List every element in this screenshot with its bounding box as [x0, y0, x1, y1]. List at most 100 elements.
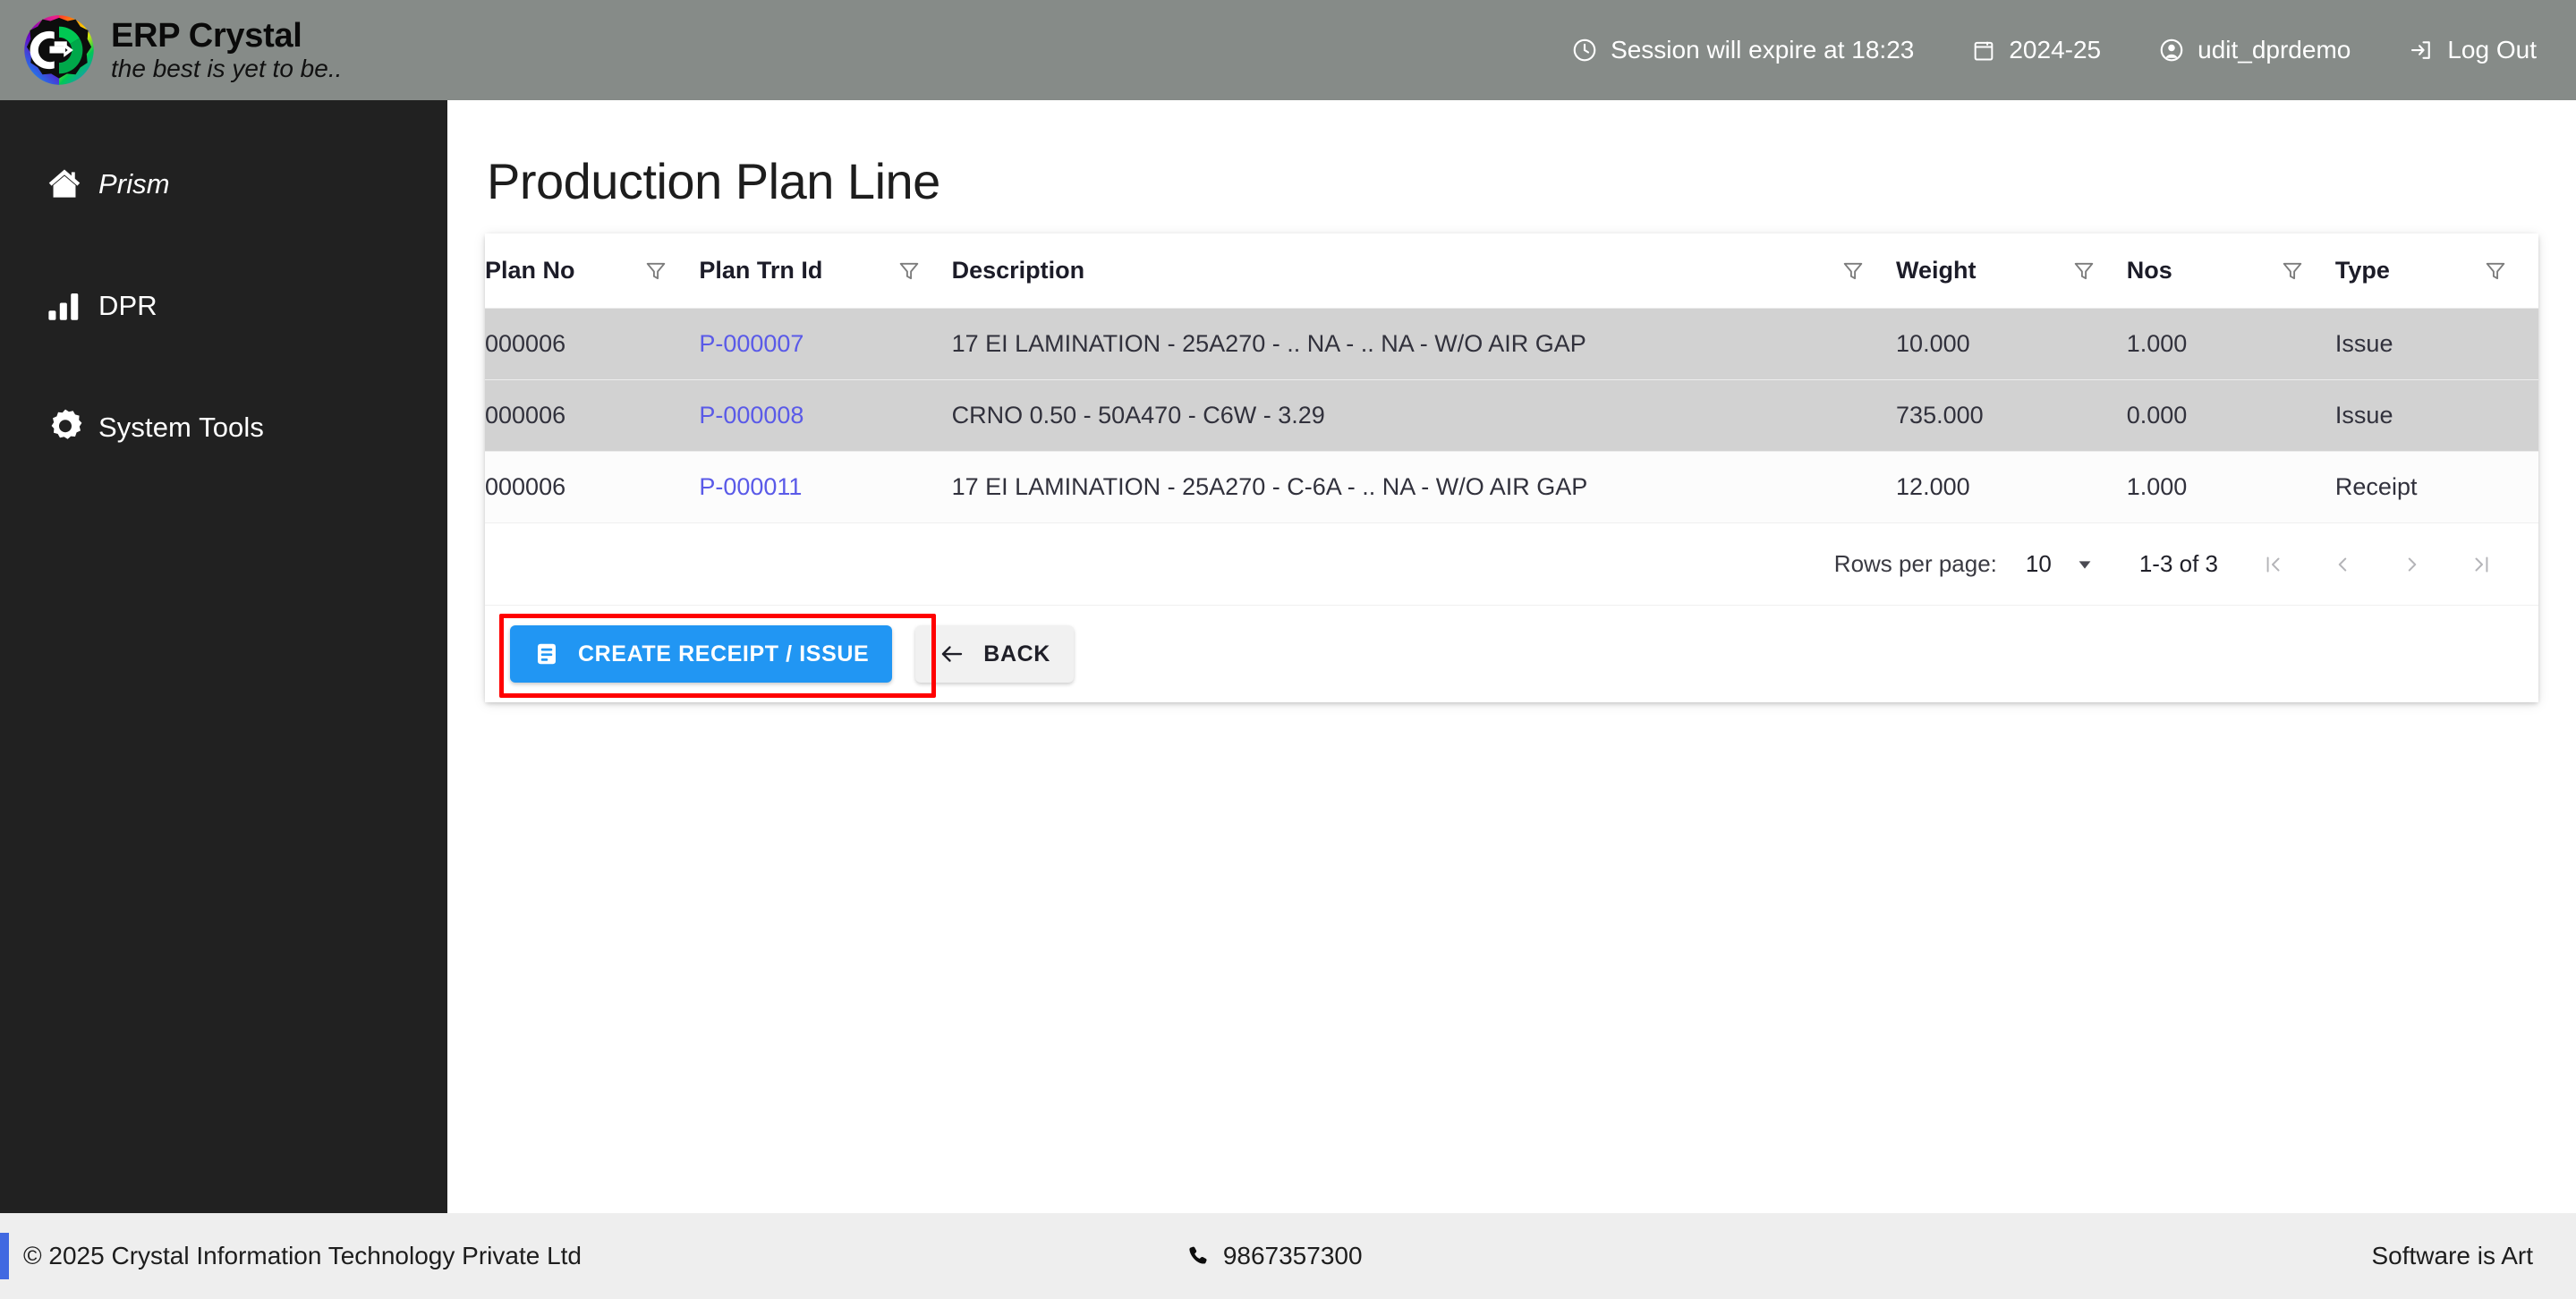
column-label: Type	[2334, 257, 2390, 284]
body-region: Prism DPR System Tools Production Plan L…	[0, 100, 2576, 1213]
table-row[interactable]: 000006 P-000008 CRNO 0.50 - 50A470 - C6W…	[485, 379, 2538, 452]
funnel-icon[interactable]	[2071, 259, 2096, 284]
chevron-down-icon[interactable]	[2075, 555, 2095, 574]
application-window: ERP Crystal the best is yet to be.. Sess…	[0, 0, 2576, 1299]
cell-description: 17 EI LAMINATION - 25A270 - C-6A - .. NA…	[951, 451, 1897, 522]
top-header-bar: ERP Crystal the best is yet to be.. Sess…	[0, 0, 2576, 100]
cell-weight: 12.000	[1896, 451, 2127, 522]
sidebar-item-label: DPR	[98, 290, 157, 321]
cell-description: CRNO 0.50 - 50A470 - C6W - 3.29	[951, 379, 1897, 452]
user-icon	[2158, 37, 2185, 64]
logout-label: Log Out	[2447, 36, 2537, 64]
create-receipt-issue-label: CREATE RECEIPT / ISSUE	[578, 641, 870, 666]
column-header-plan-no[interactable]: Plan No	[485, 233, 700, 309]
home-icon	[43, 165, 98, 204]
column-label: Nos	[2126, 257, 2172, 284]
cell-weight: 735.000	[1896, 379, 2127, 452]
sidebar-navigation: Prism DPR System Tools	[0, 100, 447, 1213]
cell-weight: 10.000	[1896, 308, 2127, 380]
user-account-item[interactable]: udit_dprdemo	[2158, 36, 2351, 64]
footer-bar: © 2025 Crystal Information Technology Pr…	[0, 1213, 2576, 1299]
funnel-icon[interactable]	[2483, 259, 2508, 284]
sidebar-item-dpr[interactable]: DPR	[0, 274, 447, 338]
back-button[interactable]: BACK	[915, 625, 1074, 683]
column-header-plan-trn-id[interactable]: Plan Trn Id	[699, 233, 952, 309]
footer-phone-number: 9867357300	[1222, 1242, 1363, 1269]
page-title: Production Plan Line	[487, 153, 940, 209]
cell-plan-trn-id: P-000011	[699, 451, 952, 522]
brand-block: ERP Crystal the best is yet to be..	[0, 11, 447, 89]
cell-description: 17 EI LAMINATION - 25A270 - .. NA - .. N…	[951, 308, 1897, 380]
production-plan-line-table: Plan No Plan Trn Id Description Weight N…	[485, 233, 2538, 522]
funnel-icon[interactable]	[643, 259, 668, 284]
bar-chart-icon	[43, 287, 98, 325]
cell-plan-no: 000006	[485, 379, 700, 452]
cell-plan-no: 000006	[485, 308, 700, 380]
table-row[interactable]: 000006 P-000011 17 EI LAMINATION - 25A27…	[485, 451, 2538, 522]
action-bar: CREATE RECEIPT / ISSUE BACK	[485, 605, 2538, 702]
footer-copyright: © 2025 Crystal Information Technology Pr…	[23, 1242, 582, 1269]
plan-trn-id-link[interactable]: P-000008	[699, 402, 803, 429]
session-expiry-label: Session will expire at 18:23	[1611, 36, 1915, 64]
logout-item[interactable]: Log Out	[2408, 36, 2537, 64]
gear-icon	[43, 406, 98, 449]
table-body: 000006 P-000007 17 EI LAMINATION - 25A27…	[485, 308, 2538, 522]
cell-type: Issue	[2334, 308, 2538, 380]
funnel-icon[interactable]	[2280, 259, 2305, 284]
pagination-range-label: 1-3 of 3	[2138, 550, 2218, 577]
cell-plan-no: 000006	[485, 451, 700, 522]
first-page-icon[interactable]	[2257, 553, 2288, 576]
create-receipt-issue-button[interactable]: CREATE RECEIPT / ISSUE	[510, 625, 893, 683]
production-plan-line-card: Plan No Plan Trn Id Description Weight N…	[485, 233, 2538, 702]
column-header-nos[interactable]: Nos	[2126, 233, 2335, 309]
sidebar-item-system-tools[interactable]: System Tools	[0, 395, 447, 460]
user-account-label: udit_dprdemo	[2198, 36, 2351, 64]
cell-nos: 1.000	[2126, 451, 2335, 522]
plan-trn-id-link[interactable]: P-000007	[699, 330, 803, 357]
footer-tagline: Software is Art	[2371, 1242, 2533, 1269]
financial-year-item[interactable]: 2024-25	[1971, 36, 2101, 64]
cell-nos: 1.000	[2126, 308, 2335, 380]
calendar-icon	[1971, 38, 1996, 63]
rows-per-page-select[interactable]: 10	[2026, 550, 2052, 578]
brand-tagline: the best is yet to be..	[111, 54, 343, 82]
next-page-icon[interactable]	[2397, 553, 2427, 576]
column-label: Plan No	[485, 257, 575, 284]
document-list-icon	[533, 641, 560, 667]
table-header-row: Plan No Plan Trn Id Description Weight N…	[485, 233, 2538, 309]
column-label: Plan Trn Id	[699, 257, 823, 284]
column-header-type[interactable]: Type	[2334, 233, 2538, 309]
funnel-icon[interactable]	[897, 259, 922, 284]
column-label: Weight	[1896, 257, 1977, 284]
main-content: Production Plan Line Plan No Plan Trn Id…	[447, 100, 2576, 1213]
plan-trn-id-link[interactable]: P-000011	[699, 473, 802, 500]
last-page-icon[interactable]	[2467, 553, 2497, 576]
footer-accent-bar	[0, 1233, 9, 1279]
back-label: BACK	[983, 641, 1050, 666]
table-paginator: Rows per page: 10 1-3 of 3	[485, 522, 2538, 605]
column-label: Description	[951, 257, 1085, 284]
footer-contact: 9867357300	[1186, 1242, 1363, 1270]
table-header: Plan No Plan Trn Id Description Weight N…	[485, 233, 2538, 309]
column-header-description[interactable]: Description	[951, 233, 1897, 309]
sidebar-item-label: Prism	[98, 168, 170, 200]
financial-year-label: 2024-25	[2009, 36, 2102, 64]
table-row[interactable]: 000006 P-000007 17 EI LAMINATION - 25A27…	[485, 308, 2538, 380]
clock-icon	[1571, 37, 1598, 64]
previous-page-icon[interactable]	[2327, 553, 2358, 576]
funnel-icon[interactable]	[1841, 259, 1866, 284]
cell-plan-trn-id: P-000008	[699, 379, 952, 452]
arrow-left-icon	[939, 641, 965, 667]
header-actions: Session will expire at 18:23 2024-25 udi…	[1514, 36, 2576, 64]
phone-icon	[1186, 1244, 1211, 1269]
sidebar-item-label: System Tools	[98, 412, 264, 443]
session-expiry-item: Session will expire at 18:23	[1571, 36, 1914, 64]
column-header-weight[interactable]: Weight	[1896, 233, 2127, 309]
cell-nos: 0.000	[2126, 379, 2335, 452]
cell-plan-trn-id: P-000007	[699, 308, 952, 380]
sidebar-item-prism[interactable]: Prism	[0, 152, 447, 216]
cell-type: Issue	[2334, 379, 2538, 452]
cell-type: Receipt	[2334, 451, 2538, 522]
rows-per-page-label: Rows per page:	[1833, 550, 1997, 577]
erp-crystal-logo	[20, 11, 98, 89]
